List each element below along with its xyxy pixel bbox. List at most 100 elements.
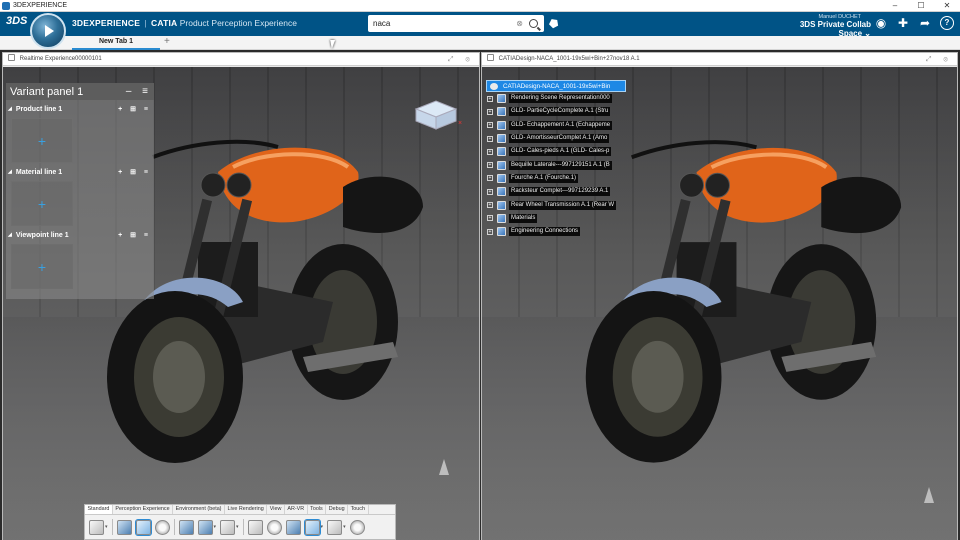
- tree-root-node[interactable]: CATIADesign-NACA_1001-19x5wi+Bin: [486, 80, 626, 92]
- os-title-bar: 3DEXPERIENCE – ☐ ✕: [0, 0, 960, 12]
- user-info[interactable]: Manuel DUCHET 3DS Private Collab Space ⌄: [776, 14, 871, 38]
- window-icon: [487, 54, 494, 61]
- tab-tools[interactable]: Tools: [308, 505, 327, 514]
- caret-icon[interactable]: ▾: [105, 524, 108, 530]
- tag-icon[interactable]: ⬟: [546, 16, 562, 31]
- expand-icon[interactable]: +: [487, 188, 493, 195]
- tree-node[interactable]: + Rear Wheel Transmission A.1 (Rear W: [486, 198, 626, 211]
- refresh-icon[interactable]: [303, 518, 321, 536]
- tab-perception-experience[interactable]: Perception Experience: [113, 505, 174, 514]
- tab-view[interactable]: View: [267, 505, 285, 514]
- navigation-compass-icon[interactable]: [435, 457, 453, 481]
- search-box[interactable]: naca ⊗: [368, 15, 544, 32]
- specification-tree: CATIADesign-NACA_1001-19x5wi+Bin + Render…: [486, 80, 626, 238]
- tree-node[interactable]: + Engineering Connections: [486, 225, 626, 238]
- collapse-triangle-icon[interactable]: ◢: [8, 106, 12, 112]
- tree-node[interactable]: + GLD- PartieCycleComplete A.1 (Stru: [486, 105, 626, 118]
- collapse-triangle-icon[interactable]: ◢: [8, 232, 12, 238]
- pane-controls[interactable]: ⤢ ⊗: [926, 53, 953, 65]
- material-line-add-slot[interactable]: +: [11, 181, 73, 226]
- expand-icon[interactable]: +: [487, 148, 493, 155]
- compass-button[interactable]: [30, 13, 66, 49]
- expand-icon[interactable]: +: [487, 122, 493, 129]
- variant-panel-icon[interactable]: [116, 519, 132, 535]
- action-bar: Standard Perception Experience Environme…: [84, 504, 396, 540]
- maximize-button[interactable]: ☐: [908, 0, 934, 11]
- material-line-header[interactable]: ◢ Material line 1 + ⊞ ≡: [6, 166, 154, 178]
- zoom-icon[interactable]: [154, 519, 170, 535]
- add-tab-button[interactable]: +: [164, 36, 170, 48]
- render-icon[interactable]: [285, 519, 301, 535]
- tree-node[interactable]: + Rendering Scene Representation000: [486, 92, 626, 105]
- tree-node-label: Rendering Scene Representation000: [509, 94, 612, 104]
- caret-icon[interactable]: ▾: [343, 524, 346, 530]
- pane-controls[interactable]: ⤢ ⊗: [448, 53, 475, 65]
- properties-icon[interactable]: [89, 519, 104, 535]
- node-icon: [497, 173, 506, 183]
- user-circle-icon[interactable]: ◉: [874, 16, 888, 30]
- tree-node[interactable]: + GLD- AmortisseurComplet A.1 (Amo: [486, 132, 626, 145]
- expand-icon[interactable]: +: [487, 228, 493, 235]
- expand-icon[interactable]: +: [487, 215, 493, 222]
- tree-node[interactable]: + GLD- Echappement A.1 (Echappeme: [486, 119, 626, 132]
- search-icon[interactable]: [529, 19, 538, 28]
- viewpoint-line-add-slot[interactable]: +: [11, 244, 73, 289]
- help-icon[interactable]: ?: [940, 16, 954, 30]
- collapse-triangle-icon[interactable]: ◢: [8, 169, 12, 175]
- tree-node[interactable]: + Fourche A.1 (Fourche.1): [486, 172, 626, 185]
- caret-icon[interactable]: ▾: [214, 524, 217, 530]
- camera-icon[interactable]: [197, 519, 213, 535]
- navigation-compass-icon[interactable]: [920, 485, 938, 509]
- tree-node[interactable]: + Materials: [486, 212, 626, 225]
- tree-node[interactable]: + Bequille Laterale---997129151 A.1 (B: [486, 158, 626, 171]
- tab-debug[interactable]: Debug: [326, 505, 349, 514]
- tab-standard[interactable]: Standard: [85, 505, 113, 514]
- tab-ar-vr[interactable]: AR-VR: [285, 505, 308, 514]
- product-line-actions[interactable]: + ⊞ ≡: [118, 105, 151, 113]
- search-input[interactable]: naca: [368, 19, 516, 28]
- close-button[interactable]: ✕: [934, 0, 960, 11]
- node-icon: [497, 187, 506, 197]
- clear-search-icon[interactable]: ⊗: [516, 19, 523, 28]
- caret-icon[interactable]: ▾: [321, 524, 324, 530]
- expand-icon[interactable]: +: [487, 108, 493, 115]
- tab-new-tab-1[interactable]: New Tab 1: [72, 36, 160, 50]
- variant-select-icon[interactable]: [134, 518, 152, 536]
- product-line-header[interactable]: ◢ Product line 1 + ⊞ ≡: [6, 103, 154, 115]
- 3d-viewport[interactable]: × Variant panel 1 – ≡ ◢ Product line 1 +…: [3, 67, 479, 540]
- share-icon[interactable]: ➦: [918, 16, 932, 30]
- tree-node-label: GLD- PartieCycleComplete A.1 (Stru: [509, 107, 611, 117]
- viewpoint-line-header[interactable]: ◢ Viewpoint line 1 + ⊞ ≡: [6, 229, 154, 241]
- pane-title: Realtime Experience00000101: [19, 56, 102, 62]
- brand-title: 3DEXPERIENCE | CATIA Product Perception …: [72, 18, 297, 28]
- tab-environment-beta[interactable]: Environment (beta): [173, 505, 225, 514]
- expand-icon[interactable]: +: [487, 175, 493, 182]
- settings-gear-icon[interactable]: [266, 519, 282, 535]
- 3d-viewport[interactable]: CATIADesign-NACA_1001-19x5wi+Bin + Render…: [482, 67, 957, 540]
- tree-node[interactable]: + GLD- Cales-pieds A.1 (GLD- Cales-p: [486, 145, 626, 158]
- tab-touch[interactable]: Touch: [348, 505, 369, 514]
- expand-icon[interactable]: +: [487, 162, 493, 169]
- tree-node[interactable]: + Racksteur Complet---997129239 A.1: [486, 185, 626, 198]
- tab-live-rendering[interactable]: Live Rendering: [225, 505, 268, 514]
- view-cube-icon[interactable]: ×: [406, 91, 466, 131]
- annotation-icon[interactable]: [220, 519, 236, 535]
- variant-panel-actions[interactable]: – ≡: [126, 86, 152, 97]
- tree-node-label: Engineering Connections: [509, 227, 581, 237]
- minimize-button[interactable]: –: [882, 0, 908, 11]
- product-line-add-slot[interactable]: +: [11, 118, 73, 163]
- plus-icon[interactable]: ✚: [896, 16, 910, 30]
- help-icon[interactable]: [349, 519, 365, 535]
- clapperboard-icon[interactable]: [247, 519, 263, 535]
- expand-icon[interactable]: +: [487, 202, 493, 209]
- material-line-actions[interactable]: + ⊞ ≡: [118, 168, 151, 176]
- expand-icon[interactable]: +: [487, 135, 493, 142]
- expand-icon[interactable]: +: [487, 95, 493, 102]
- caret-icon[interactable]: ▾: [236, 524, 239, 530]
- document-icon[interactable]: [327, 519, 343, 535]
- ds-logo: 3DS: [6, 15, 28, 27]
- viewpoint-line-actions[interactable]: + ⊞ ≡: [118, 231, 151, 239]
- brand-catia: CATIA: [151, 18, 178, 28]
- product-icon[interactable]: [178, 519, 194, 535]
- action-bar-tools: ▾ ▾ ▾ ▾ ▾: [85, 515, 395, 539]
